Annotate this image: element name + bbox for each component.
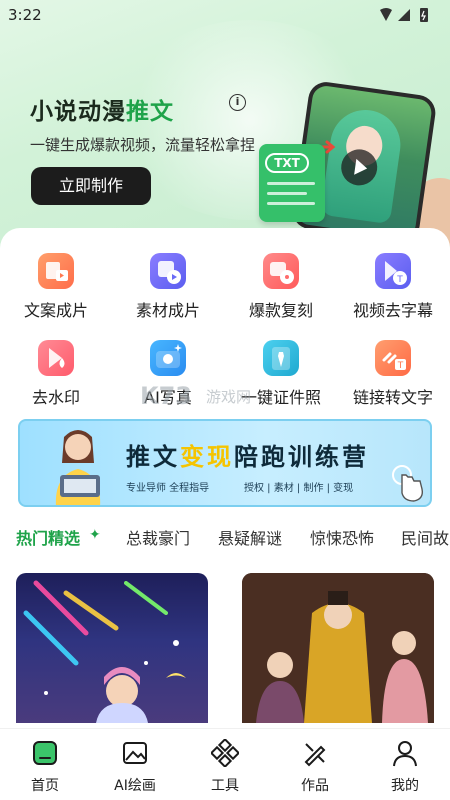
- content-card[interactable]: [16, 573, 208, 723]
- tab-mystery[interactable]: 悬疑解谜: [218, 525, 282, 549]
- media-video-icon: [150, 253, 186, 289]
- nav-profile[interactable]: 我的: [370, 739, 440, 795]
- svg-text:T: T: [396, 275, 403, 285]
- tool-remove-watermark[interactable]: 去水印: [0, 340, 112, 408]
- subtitle-remove-icon: T: [375, 253, 411, 289]
- tool-label: 素材成片: [135, 301, 200, 320]
- nav-label: AI绘画: [114, 778, 156, 794]
- hero-title: 小说动漫推文: [30, 99, 174, 125]
- ai-paint-icon: [121, 739, 149, 767]
- id-photo-icon: [263, 340, 299, 376]
- tool-viral-remake[interactable]: 爆款复刻: [225, 253, 337, 321]
- tool-remove-subtitles[interactable]: T 视频去字幕: [337, 253, 449, 321]
- svg-text:T: T: [397, 361, 404, 371]
- tab-ceo-romance[interactable]: 总裁豪门: [126, 525, 190, 549]
- hero-banner[interactable]: 3:22 小说动漫推文 i 一键生成爆款视频，流量轻松拿捏 立即制作 TXT: [0, 0, 450, 250]
- nav-works[interactable]: 作品: [280, 739, 350, 795]
- signal-icon: [398, 9, 410, 21]
- nav-label: 作品: [301, 778, 329, 794]
- home-icon: [31, 739, 59, 767]
- training-camp-banner[interactable]: 推文变现陪跑训练营 专业导师 全程指导 授权 | 素材 | 制作 | 变现: [18, 419, 432, 507]
- status-bar: 3:22: [0, 0, 450, 30]
- banner-title: 推文变现陪跑训练营: [126, 443, 369, 471]
- nav-tools[interactable]: 工具: [190, 737, 260, 795]
- watermark-remove-icon: [38, 340, 74, 376]
- card-thumbnail-palace: [242, 573, 434, 723]
- card-thumbnail-night-sky: [23, 580, 186, 723]
- svg-text:K73: K73: [140, 382, 192, 410]
- tool-label: 爆款复刻: [248, 301, 313, 320]
- tool-copy-to-video[interactable]: 文案成片: [0, 253, 112, 321]
- status-time: 3:22: [8, 6, 42, 24]
- tool-label: 去水印: [31, 388, 80, 407]
- wifi-icon: [380, 8, 392, 21]
- info-icon[interactable]: i: [229, 94, 246, 111]
- nav-label: 首页: [31, 778, 59, 794]
- content-card[interactable]: [242, 573, 434, 723]
- document-video-icon: [38, 253, 74, 289]
- txt-tag: TXT: [265, 153, 309, 173]
- tools-icon: [209, 737, 241, 769]
- nav-home[interactable]: 首页: [10, 739, 80, 795]
- works-icon: [301, 739, 329, 767]
- banner-subtitle-left: 专业导师 全程指导: [126, 483, 210, 494]
- bottom-navigation: 首页 AI绘画 工具 作品 我的: [0, 728, 450, 800]
- tap-hand-icon: [392, 465, 424, 502]
- profile-icon: [391, 739, 419, 767]
- tab-folk-tales[interactable]: 民间故: [401, 525, 449, 549]
- nav-label: 我的: [391, 778, 419, 794]
- sparkle-icon: ✦: [89, 527, 101, 543]
- tool-link-to-text[interactable]: T 链接转文字: [337, 340, 449, 408]
- svg-text:游戏网: 游戏网: [206, 388, 251, 406]
- tool-label: 视频去字幕: [352, 301, 433, 320]
- category-tabs: 热门精选 ✦ 总裁豪门 悬疑解谜 惊悚恐怖 民间故: [0, 522, 450, 550]
- nav-label: 工具: [211, 778, 239, 794]
- link-to-text-icon: T: [375, 340, 411, 376]
- battery-icon: [420, 8, 428, 22]
- hero-subtitle: 一键生成爆款视频，流量轻松拿捏: [30, 136, 256, 154]
- tab-hot-picks[interactable]: 热门精选: [16, 525, 80, 549]
- site-watermark: K73 游戏网: [140, 382, 251, 410]
- banner-subtitle-right: 授权 | 素材 | 制作 | 变现: [244, 483, 354, 494]
- tool-media-to-video[interactable]: 素材成片: [112, 253, 224, 321]
- tool-label: 链接转文字: [352, 388, 433, 407]
- ai-camera-icon: [150, 340, 186, 376]
- status-icons: [380, 8, 428, 22]
- nav-ai-paint[interactable]: AI绘画: [100, 739, 170, 795]
- tool-label: 文案成片: [23, 301, 88, 320]
- girl-with-laptop-illustration: [55, 430, 101, 505]
- txt-file-illustration: TXT: [259, 144, 325, 222]
- film-reel-icon: [263, 253, 299, 289]
- create-now-button[interactable]: 立即制作: [31, 167, 151, 205]
- tab-horror[interactable]: 惊悚恐怖: [310, 525, 374, 549]
